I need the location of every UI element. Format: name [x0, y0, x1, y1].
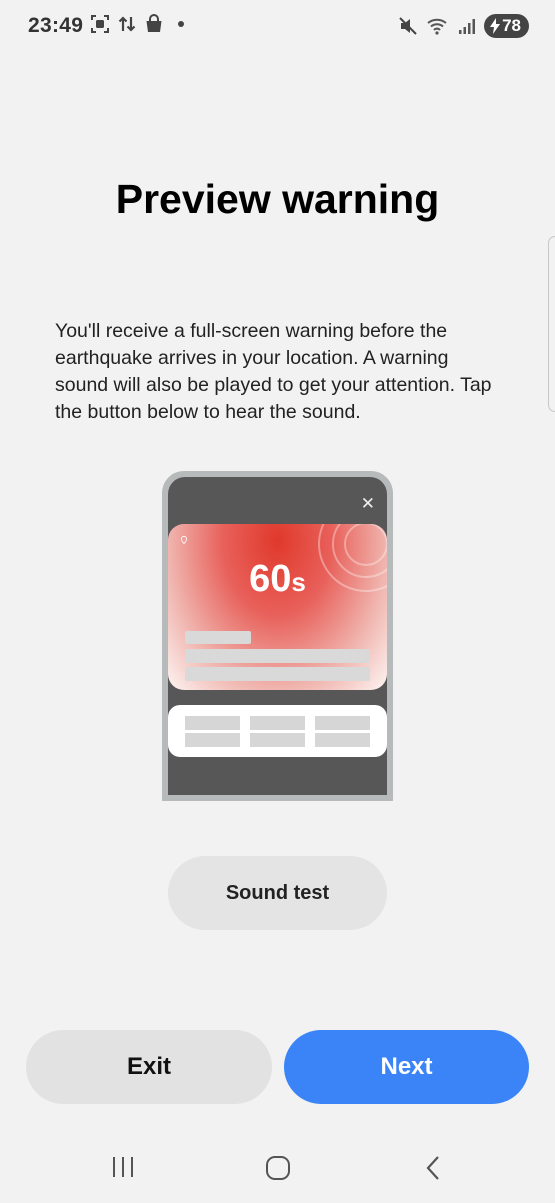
screenshot-icon	[91, 15, 109, 33]
back-icon[interactable]	[422, 1154, 446, 1182]
countdown-label: 60s	[168, 558, 387, 601]
edge-panel-handle[interactable]	[548, 236, 555, 412]
illustration-screen: ✕ 60s	[168, 477, 387, 795]
navigation-bar	[0, 1140, 555, 1200]
battery-level: 78	[502, 16, 521, 35]
shopping-bag-icon	[146, 14, 162, 32]
battery-icon: 78	[484, 14, 529, 38]
signal-icon	[459, 19, 476, 34]
info-table-card	[168, 705, 387, 757]
status-time: 23:49	[28, 14, 84, 37]
close-icon: ✕	[360, 494, 375, 513]
sound-test-button[interactable]: Sound test	[168, 856, 387, 930]
wifi-icon	[427, 18, 447, 35]
location-pin-icon	[181, 536, 187, 544]
notification-dot-icon	[178, 21, 184, 27]
next-button[interactable]: Next	[284, 1030, 529, 1104]
home-icon[interactable]	[264, 1154, 292, 1182]
page-description: You'll receive a full-screen warning bef…	[55, 320, 492, 423]
exit-button[interactable]: Exit	[26, 1030, 272, 1104]
mute-vibrate-icon	[399, 17, 417, 35]
countdown-value: 60	[249, 558, 292, 600]
warning-preview-illustration: ✕ 60s	[162, 471, 393, 801]
recent-apps-icon[interactable]	[110, 1154, 136, 1180]
page-title: Preview warning	[115, 176, 440, 222]
alert-card: 60s	[168, 524, 387, 690]
countdown-unit: s	[291, 567, 306, 597]
status-bar: 23:49 78	[0, 0, 555, 52]
data-transfer-icon	[118, 16, 136, 32]
